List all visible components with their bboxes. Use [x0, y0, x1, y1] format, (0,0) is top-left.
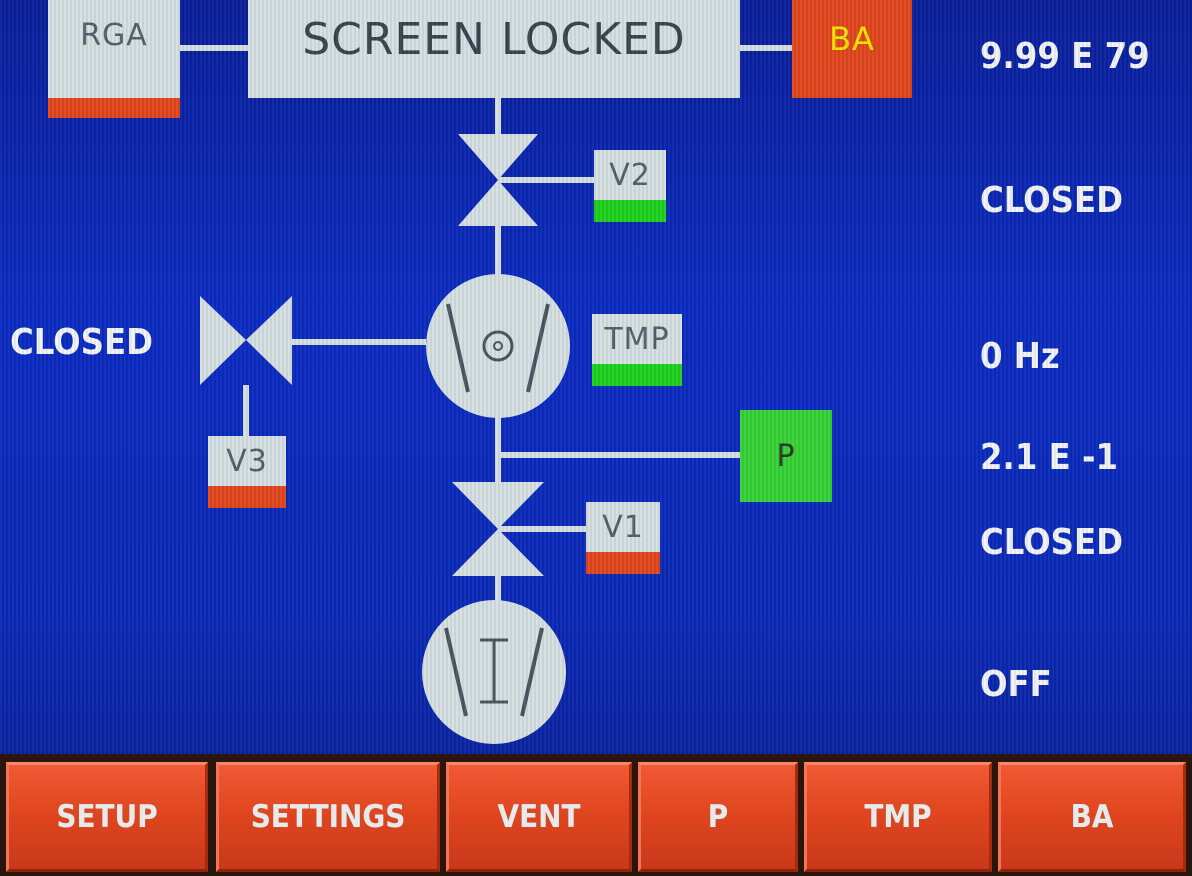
backing-pump-icon: [422, 600, 566, 744]
ba-button[interactable]: BA: [998, 762, 1186, 872]
screen-lock-title[interactable]: SCREEN LOCKED: [248, 0, 740, 98]
tmp-label-box[interactable]: TMP: [592, 314, 682, 364]
page-title: SCREEN LOCKED: [302, 14, 686, 65]
v3-status-bar: [208, 486, 286, 508]
p-label: P: [776, 438, 796, 474]
tmp-frequency-readout: 0 Hz: [980, 336, 1060, 377]
v1-label: V1: [602, 509, 644, 545]
backing-pump-state-readout: OFF: [980, 664, 1052, 705]
v1-status-bar: [586, 552, 660, 574]
tmp-label: TMP: [604, 321, 670, 357]
v3-label-box[interactable]: V3: [208, 436, 286, 486]
vacuum-control-screen: RGA SCREEN LOCKED BA V2 TMP V3 V1 P CLOS…: [0, 0, 1192, 876]
turbo-pump-icon: [426, 274, 570, 418]
p-pressure-readout: 2.1 E -1: [980, 437, 1119, 478]
vent-button[interactable]: VENT: [446, 762, 632, 872]
ba-label: BA: [829, 20, 875, 58]
rga-status-bar: [48, 98, 180, 118]
v1-label-box[interactable]: V1: [586, 502, 660, 552]
v1-state-readout: CLOSED: [980, 522, 1123, 563]
p-gauge-button[interactable]: P: [740, 410, 832, 502]
v2-label-box[interactable]: V2: [594, 150, 666, 200]
v2-status-bar: [594, 200, 666, 222]
ba-gauge-button[interactable]: BA: [792, 0, 912, 98]
ba-pressure-readout: 9.99 E 79: [980, 36, 1150, 77]
v3-label: V3: [226, 443, 268, 479]
p-button[interactable]: P: [638, 762, 798, 872]
rga-button[interactable]: RGA: [48, 0, 180, 98]
v2-label: V2: [609, 157, 651, 193]
tmp-button[interactable]: TMP: [804, 762, 992, 872]
tmp-status-bar: [592, 364, 682, 386]
setup-button[interactable]: SETUP: [6, 762, 208, 872]
v3-state: CLOSED: [10, 322, 153, 363]
settings-button[interactable]: SETTINGS: [216, 762, 440, 872]
valve-icon: [200, 296, 292, 385]
rga-label: RGA: [80, 18, 148, 53]
v2-state-readout: CLOSED: [980, 180, 1123, 221]
